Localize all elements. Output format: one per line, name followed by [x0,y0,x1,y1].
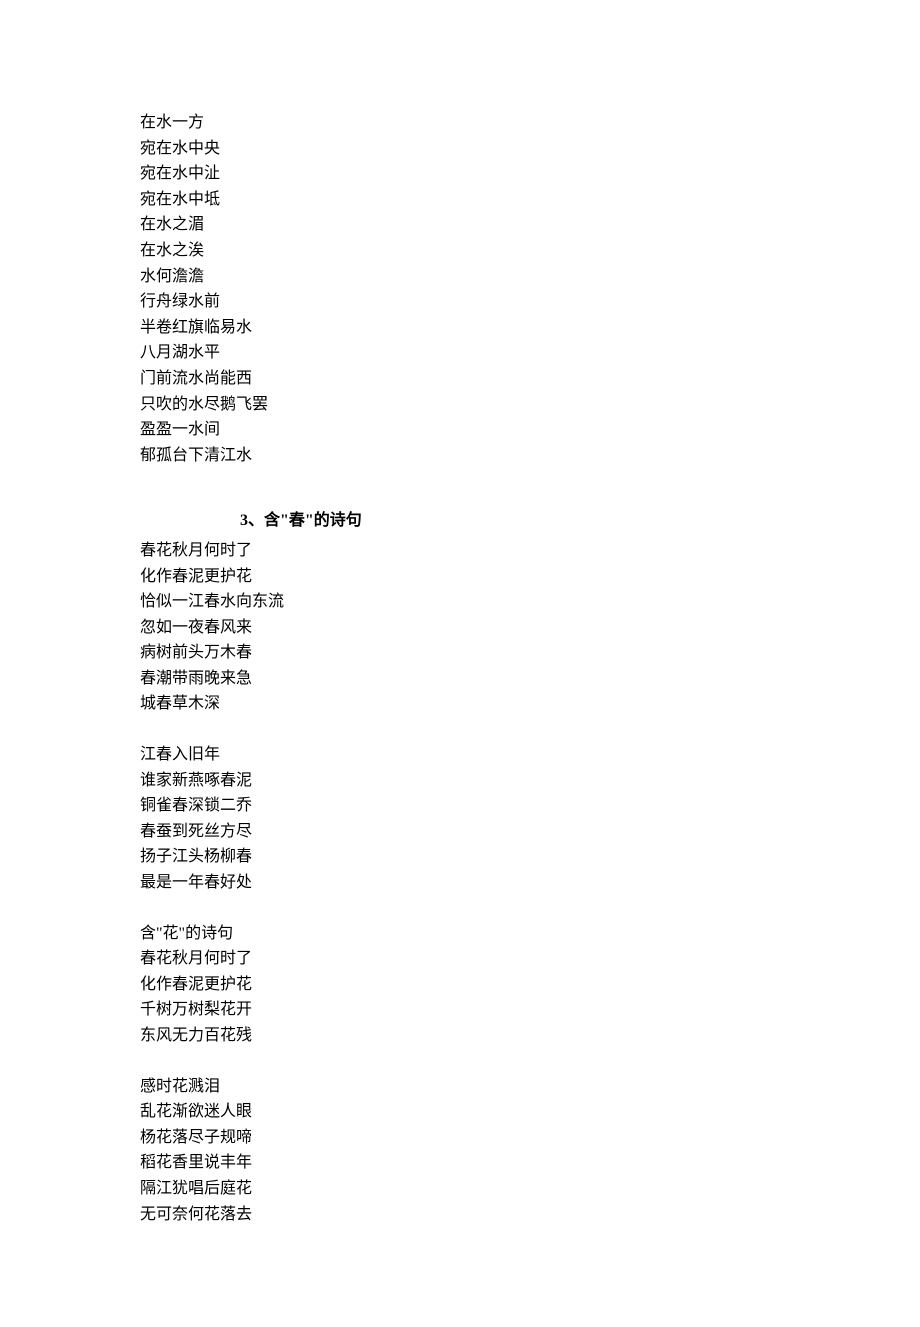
section-2-group-3: 含"花"的诗句 春花秋月何时了 化作春泥更护花 千树万树梨花开 东风无力百花残 [140,921,780,1049]
poem-line: 杨花落尽子规啼 [140,1125,780,1151]
poem-line: 感时花溅泪 [140,1074,780,1100]
poem-line: 春潮带雨晚来急 [140,666,780,692]
poem-line: 春蚕到死丝方尽 [140,819,780,845]
poem-line: 江春入旧年 [140,742,780,768]
poem-line: 宛在水中央 [140,136,780,162]
poem-line: 城春草木深 [140,691,780,717]
poem-line: 半卷红旗临易水 [140,315,780,341]
poem-line: 春花秋月何时了 [140,538,780,564]
poem-line: 铜雀春深锁二乔 [140,793,780,819]
poem-line: 水何澹澹 [140,264,780,290]
poem-line: 含"花"的诗句 [140,921,780,947]
poem-line: 化作春泥更护花 [140,564,780,590]
poem-line: 最是一年春好处 [140,870,780,896]
poem-line: 宛在水中坻 [140,187,780,213]
section-2-group-4: 感时花溅泪 乱花渐欲迷人眼 杨花落尽子规啼 稻花香里说丰年 隔江犹唱后庭花 无可… [140,1074,780,1228]
poem-line: 稻花香里说丰年 [140,1150,780,1176]
section-1: 在水一方 宛在水中央 宛在水中沚 宛在水中坻 在水之湄 在水之涘 水何澹澹 行舟… [140,110,780,468]
poem-line: 行舟绿水前 [140,289,780,315]
poem-line: 宛在水中沚 [140,161,780,187]
section-2-group-1: 春花秋月何时了 化作春泥更护花 恰似一江春水向东流 忽如一夜春风来 病树前头万木… [140,538,780,717]
poem-line: 八月湖水平 [140,340,780,366]
poem-line: 谁家新燕啄春泥 [140,768,780,794]
poem-line: 春花秋月何时了 [140,946,780,972]
document-page: 在水一方 宛在水中央 宛在水中沚 宛在水中坻 在水之湄 在水之涘 水何澹澹 行舟… [0,0,920,1327]
blank-line [140,896,780,921]
blank-line [140,1049,780,1074]
blank-line [140,717,780,742]
poem-line: 郁孤台下清江水 [140,443,780,469]
poem-line: 千树万树梨花开 [140,997,780,1023]
poem-line: 乱花渐欲迷人眼 [140,1099,780,1125]
section-2-group-2: 江春入旧年 谁家新燕啄春泥 铜雀春深锁二乔 春蚕到死丝方尽 扬子江头杨柳春 最是… [140,742,780,896]
poem-line: 门前流水尚能西 [140,366,780,392]
poem-line: 病树前头万木春 [140,640,780,666]
poem-line: 在水一方 [140,110,780,136]
poem-line: 东风无力百花残 [140,1023,780,1049]
poem-line: 在水之涘 [140,238,780,264]
poem-line: 盈盈一水间 [140,417,780,443]
poem-line: 隔江犹唱后庭花 [140,1176,780,1202]
poem-line: 在水之湄 [140,212,780,238]
poem-line: 恰似一江春水向东流 [140,589,780,615]
poem-line: 化作春泥更护花 [140,972,780,998]
section-heading-3: 3、含"春"的诗句 [240,508,780,534]
poem-line: 只吹的水尽鹅飞罢 [140,392,780,418]
poem-line: 忽如一夜春风来 [140,615,780,641]
poem-line: 无可奈何花落去 [140,1202,780,1228]
poem-line: 扬子江头杨柳春 [140,844,780,870]
